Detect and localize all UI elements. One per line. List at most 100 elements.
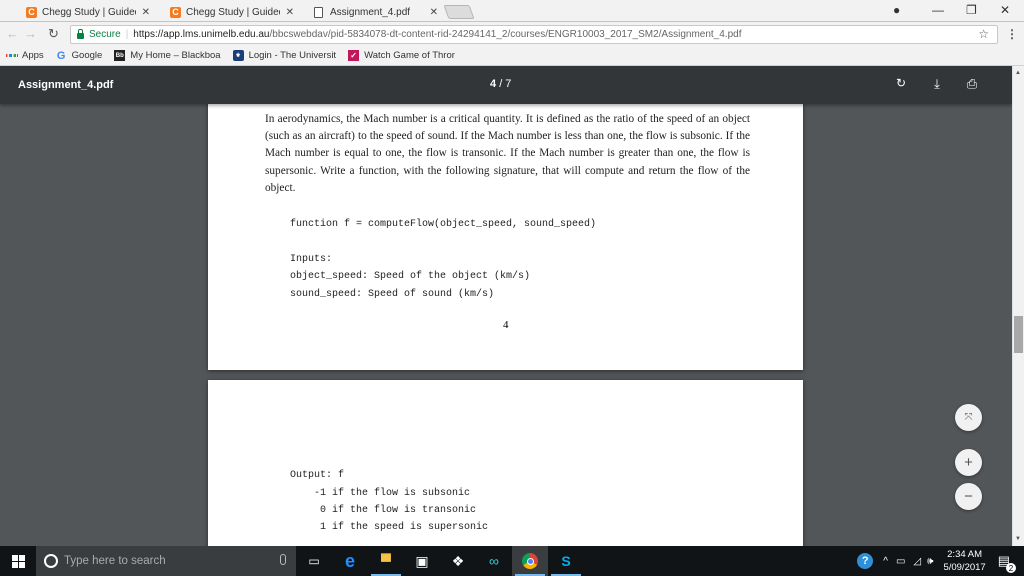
- secure-label: Secure: [89, 29, 121, 40]
- start-button[interactable]: [0, 546, 36, 576]
- divider: |: [125, 29, 129, 40]
- bookmark-site-icon: ✓: [348, 50, 360, 61]
- microphone-icon[interactable]: [280, 554, 286, 565]
- problem-description: In aerodynamics, the Mach number is a cr…: [265, 113, 750, 194]
- url-host: https://app.lms.unimelb.edu.au: [133, 29, 270, 40]
- clock[interactable]: 2:34 AM 5/09/2017: [943, 548, 985, 574]
- forward-button[interactable]: →: [24, 26, 37, 41]
- vertical-scrollbar[interactable]: ▲ ▼: [1012, 66, 1024, 546]
- close-tab-icon[interactable]: ✕: [286, 7, 294, 18]
- download-icon[interactable]: ⤓: [927, 76, 947, 92]
- new-tab-button[interactable]: [443, 5, 475, 19]
- tab-chegg-1[interactable]: C Chegg Study | Guided So ✕: [8, 2, 158, 23]
- page-indicator: 4 / 7: [490, 78, 511, 90]
- tab-chegg-2[interactable]: C Chegg Study | Guided So ✕: [152, 2, 302, 23]
- bookmark-label: Google: [71, 50, 103, 61]
- fit-to-page-button[interactable]: ⤧: [955, 404, 982, 431]
- browser-toolbar: ← → ↻ Secure | https://app.lms.unimelb.e…: [0, 22, 1024, 46]
- pdf-toolbar: Assignment_4.pdf 4 / 7 ↻ ⤓ ⎙: [0, 66, 1012, 104]
- back-button[interactable]: ←: [6, 26, 19, 41]
- close-tab-icon[interactable]: ✕: [430, 7, 438, 18]
- search-placeholder: Type here to search: [64, 555, 166, 567]
- zoom-in-button[interactable]: +: [955, 449, 982, 476]
- tab-title: Assignment_4.pdf: [330, 6, 411, 18]
- profile-icon[interactable]: ●: [893, 3, 900, 17]
- bookmark-blackboard[interactable]: Bb My Home – Blackboa: [114, 50, 221, 61]
- taskbar-search[interactable]: Type here to search: [36, 546, 296, 576]
- dropbox-icon[interactable]: ❖: [440, 546, 476, 576]
- zoom-out-button[interactable]: −: [955, 483, 982, 510]
- apps-grid-icon: [6, 50, 17, 61]
- bookmark-label: Login - The Universit: [248, 50, 337, 61]
- pdf-title: Assignment_4.pdf: [18, 79, 114, 91]
- volume-icon[interactable]: 🕪: [927, 556, 933, 567]
- skype-icon[interactable]: S: [548, 546, 584, 576]
- unimelb-icon: ⚜: [232, 50, 244, 61]
- total-pages: / 7: [499, 78, 512, 90]
- pdf-page-4: In aerodynamics, the Mach number is a cr…: [208, 100, 803, 370]
- bookmark-label: Apps: [22, 50, 44, 61]
- page-number: 4: [503, 319, 509, 331]
- scrollbar-thumb[interactable]: [1014, 316, 1023, 353]
- clock-date: 5/09/2017: [943, 562, 986, 573]
- file-explorer-icon[interactable]: ▀: [368, 546, 404, 576]
- tab-strip: C Chegg Study | Guided So ✕ C Chegg Stud…: [0, 0, 1024, 23]
- minimize-button[interactable]: —: [932, 3, 944, 17]
- scroll-down-arrow[interactable]: ▼: [1015, 536, 1021, 542]
- infinity-app-icon[interactable]: ∞: [476, 546, 512, 576]
- lock-icon: [77, 28, 84, 39]
- reload-button[interactable]: ↻: [48, 26, 59, 42]
- battery-icon[interactable]: ▭: [896, 556, 905, 567]
- task-view-button[interactable]: ▭: [296, 546, 332, 576]
- bookmark-label: Watch Game of Thror: [364, 50, 455, 61]
- wifi-icon[interactable]: ◿: [913, 556, 921, 567]
- output-subsonic: -1 if the flow is subsonic: [314, 488, 471, 499]
- chrome-icon[interactable]: [512, 546, 548, 576]
- address-bar[interactable]: Secure | https://app.lms.unimelb.edu.au …: [70, 25, 998, 44]
- restore-button[interactable]: ❐: [966, 3, 977, 17]
- inputs-heading: Inputs:: [290, 254, 333, 265]
- chegg-icon: C: [170, 6, 181, 18]
- help-icon[interactable]: ?: [857, 553, 874, 569]
- tab-assignment-pdf[interactable]: Assignment_4.pdf ✕: [296, 2, 446, 23]
- bookmarks-bar: Apps G Google Bb My Home – Blackboa ⚜ Lo…: [0, 46, 1024, 66]
- blackboard-icon: Bb: [114, 50, 126, 61]
- close-window-button[interactable]: ✕: [1000, 3, 1010, 17]
- close-tab-icon[interactable]: ✕: [142, 7, 150, 18]
- action-center-icon[interactable]: ▤ 2: [998, 553, 1016, 573]
- pdf-page-5: Output: f -1 if the flow is subsonic 0 i…: [208, 380, 803, 546]
- clock-time: 2:34 AM: [947, 549, 982, 560]
- url-path: /bbcswebdav/pid-5834078-dt-content-rid-2…: [269, 29, 742, 40]
- windows-taskbar: Type here to search ▭ e ▀ ▣ ❖ ∞ S ? ^ ▭ …: [0, 546, 1024, 576]
- google-icon: G: [56, 49, 66, 62]
- input-sound-speed: sound_speed: Speed of sound (km/s): [290, 289, 495, 300]
- function-signature: function f = computeFlow(object_speed, s…: [290, 219, 597, 230]
- print-icon[interactable]: ⎙: [962, 76, 982, 92]
- system-tray: ? ^ ▭ ◿ 🕪 2:34 AM 5/09/2017 ▤ 2: [857, 546, 1024, 576]
- edge-icon[interactable]: e: [332, 546, 368, 576]
- windows-logo-icon: [11, 554, 25, 568]
- bookmark-star-icon[interactable]: ☆: [978, 27, 989, 41]
- notification-count: 2: [1006, 563, 1016, 573]
- chegg-icon: C: [26, 6, 37, 18]
- input-object-speed: object_speed: Speed of the object (km/s): [290, 271, 531, 282]
- show-hidden-icons-chevron[interactable]: ^: [883, 556, 888, 567]
- bookmark-google[interactable]: G Google: [56, 49, 103, 62]
- tab-title: Chegg Study | Guided So: [42, 6, 136, 18]
- bookmark-apps[interactable]: Apps: [6, 50, 44, 61]
- browser-menu-icon[interactable]: ⋮: [1006, 27, 1018, 41]
- tab-title: Chegg Study | Guided So: [186, 6, 280, 18]
- bookmark-game-of-thrones[interactable]: ✓ Watch Game of Thror: [348, 50, 455, 61]
- store-icon[interactable]: ▣: [404, 546, 440, 576]
- cortana-icon: [44, 554, 58, 568]
- pdf-viewer: Assignment_4.pdf 4 / 7 ↻ ⤓ ⎙ In aerodyna…: [0, 66, 1012, 546]
- scroll-up-arrow[interactable]: ▲: [1015, 70, 1021, 76]
- bookmark-unimelb[interactable]: ⚜ Login - The Universit: [232, 50, 337, 61]
- output-transonic: 0 if the flow is transonic: [314, 505, 477, 516]
- output-supersonic: 1 if the speed is supersonic: [314, 522, 489, 533]
- current-page-input[interactable]: 4: [490, 78, 496, 90]
- bookmark-label: My Home – Blackboa: [130, 50, 221, 61]
- rotate-icon[interactable]: ↻: [891, 76, 911, 90]
- document-icon: [314, 6, 323, 18]
- output-heading: Output: f: [290, 470, 345, 481]
